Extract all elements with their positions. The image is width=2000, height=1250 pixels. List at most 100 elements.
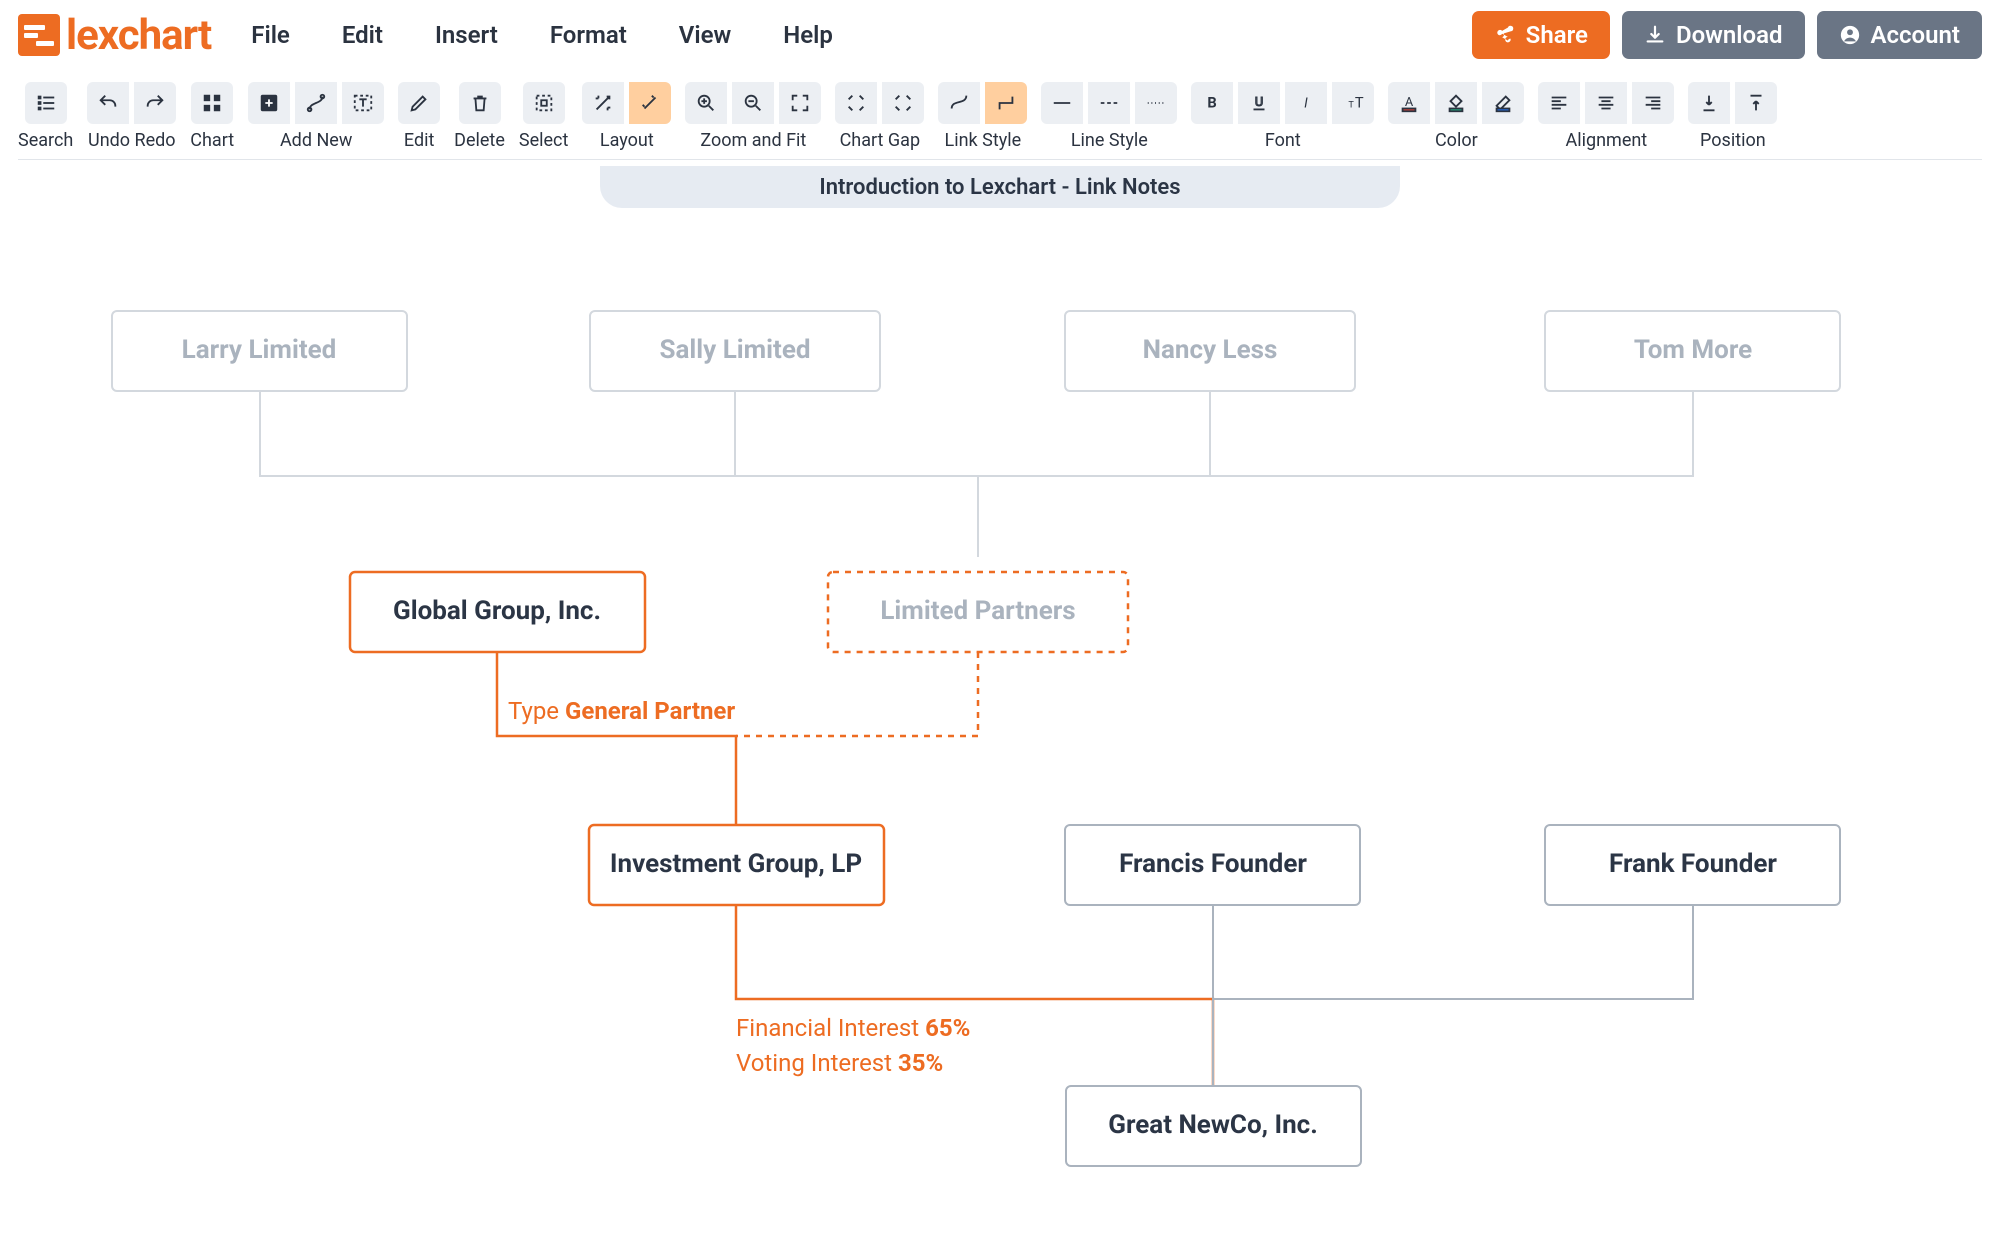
select-button[interactable] (523, 82, 565, 124)
node-lp[interactable]: Limited Partners (828, 572, 1128, 652)
zoom-out-icon (742, 92, 764, 114)
redo-icon (144, 92, 166, 114)
share-label: Share (1526, 21, 1588, 49)
bring-front-button[interactable] (1688, 82, 1730, 124)
fontsize-button[interactable]: TT (1332, 82, 1374, 124)
node-newco[interactable]: Great NewCo, Inc. (1066, 1086, 1361, 1166)
redo-button[interactable] (134, 82, 176, 124)
menu-edit[interactable]: Edit (342, 21, 383, 49)
italic-button[interactable]: I (1285, 82, 1327, 124)
group-alignment-label: Alignment (1565, 130, 1647, 151)
line-dashed-button[interactable] (1088, 82, 1130, 124)
logo[interactable]: lexchart (18, 11, 211, 60)
svg-text:Frank Founder: Frank Founder (1609, 849, 1777, 879)
node-global[interactable]: Global Group, Inc. (350, 572, 645, 652)
expand-icon (845, 92, 867, 114)
underline-button[interactable]: U (1238, 82, 1280, 124)
group-alignment: Alignment (1538, 82, 1674, 151)
logo-mark-icon (18, 14, 60, 56)
group-position-label: Position (1700, 130, 1766, 151)
text-color-button[interactable]: A (1388, 82, 1430, 124)
node-sally[interactable]: Sally Limited (590, 311, 880, 391)
menu-file[interactable]: File (251, 21, 290, 49)
send-back-button[interactable] (1735, 82, 1777, 124)
menu-format[interactable]: Format (550, 21, 627, 49)
bold-button[interactable]: B (1191, 82, 1233, 124)
group-font-label: Font (1265, 130, 1301, 151)
group-delete: Delete (454, 82, 505, 151)
undo-button[interactable] (87, 82, 129, 124)
edit-button[interactable] (398, 82, 440, 124)
search-panel-button[interactable] (25, 82, 67, 124)
svg-text:I: I (1305, 96, 1309, 112)
edge-larry-lp[interactable] (260, 391, 978, 557)
svg-text:U: U (1255, 95, 1263, 110)
svg-text:Investment Group, LP: Investment Group, LP (610, 849, 862, 879)
svg-text:T: T (1355, 94, 1364, 112)
solid-line-icon (1051, 92, 1073, 114)
group-linestyle-label: Line Style (1071, 130, 1148, 151)
align-right-icon (1642, 92, 1664, 114)
chart-button[interactable] (191, 82, 233, 124)
node-larry[interactable]: Larry Limited (112, 311, 407, 391)
line-solid-button[interactable] (1041, 82, 1083, 124)
group-chartgap-label: Chart Gap (840, 130, 920, 151)
svg-text:Francis Founder: Francis Founder (1119, 849, 1307, 879)
manual-layout-button[interactable] (629, 82, 671, 124)
share-icon (1494, 24, 1516, 46)
add-text-button[interactable] (342, 82, 384, 124)
menu-view[interactable]: View (679, 21, 731, 49)
gap-contract-button[interactable] (882, 82, 924, 124)
fillcolor-icon (1445, 92, 1467, 114)
group-layout: Layout (582, 82, 671, 151)
delete-button[interactable] (459, 82, 501, 124)
node-nancy[interactable]: Nancy Less (1065, 311, 1355, 391)
group-undoredo: Undo Redo (87, 82, 176, 151)
svg-text:A: A (1405, 95, 1414, 110)
dashed-line-icon (1098, 92, 1120, 114)
node-francis[interactable]: Francis Founder (1065, 825, 1360, 905)
node-frank[interactable]: Frank Founder (1545, 825, 1840, 905)
download-label: Download (1676, 21, 1783, 49)
edge-frank-newco[interactable] (1213, 905, 1693, 999)
link-curved-button[interactable] (938, 82, 980, 124)
zoom-in-button[interactable] (685, 82, 727, 124)
add-node-button[interactable] (248, 82, 290, 124)
account-button[interactable]: Account (1817, 11, 1983, 59)
edge-global-invest[interactable] (497, 652, 736, 825)
line-color-button[interactable] (1482, 82, 1524, 124)
line-dotted-button[interactable] (1135, 82, 1177, 124)
node-tom[interactable]: Tom More (1545, 311, 1840, 391)
plus-square-icon (258, 92, 280, 114)
svg-text:Global Group, Inc.: Global Group, Inc. (393, 596, 601, 626)
pencil-icon (408, 92, 430, 114)
topbar: lexchart File Edit Insert Format View He… (0, 0, 2000, 70)
zoom-fit-button[interactable] (779, 82, 821, 124)
chart-svg: Larry Limited Sally Limited Nancy Less T… (0, 166, 2000, 1246)
gap-expand-button[interactable] (835, 82, 877, 124)
edge-tom-lp[interactable] (978, 391, 1693, 476)
front-icon (1698, 92, 1720, 114)
share-button[interactable]: Share (1472, 11, 1610, 59)
zoom-out-button[interactable] (732, 82, 774, 124)
menu-insert[interactable]: Insert (435, 21, 498, 49)
link-elbow-button[interactable] (985, 82, 1027, 124)
edge-lp-invest[interactable] (736, 652, 978, 736)
trash-icon (469, 92, 491, 114)
node-invest[interactable]: Investment Group, LP (589, 825, 884, 905)
add-link-button[interactable] (295, 82, 337, 124)
fill-color-button[interactable] (1435, 82, 1477, 124)
download-button[interactable]: Download (1622, 11, 1805, 59)
download-icon (1644, 24, 1666, 46)
align-left-button[interactable] (1538, 82, 1580, 124)
group-undoredo-label: Undo Redo (88, 130, 176, 151)
group-edit: Edit (398, 82, 440, 151)
group-zoomfit-label: Zoom and Fit (700, 130, 806, 151)
list-icon (35, 92, 57, 114)
align-center-button[interactable] (1585, 82, 1627, 124)
auto-layout-button[interactable] (582, 82, 624, 124)
chart-canvas[interactable]: Introduction to Lexchart - Link Notes La… (0, 166, 2000, 1246)
align-right-button[interactable] (1632, 82, 1674, 124)
menu-help[interactable]: Help (783, 21, 833, 49)
curve-icon (948, 92, 970, 114)
